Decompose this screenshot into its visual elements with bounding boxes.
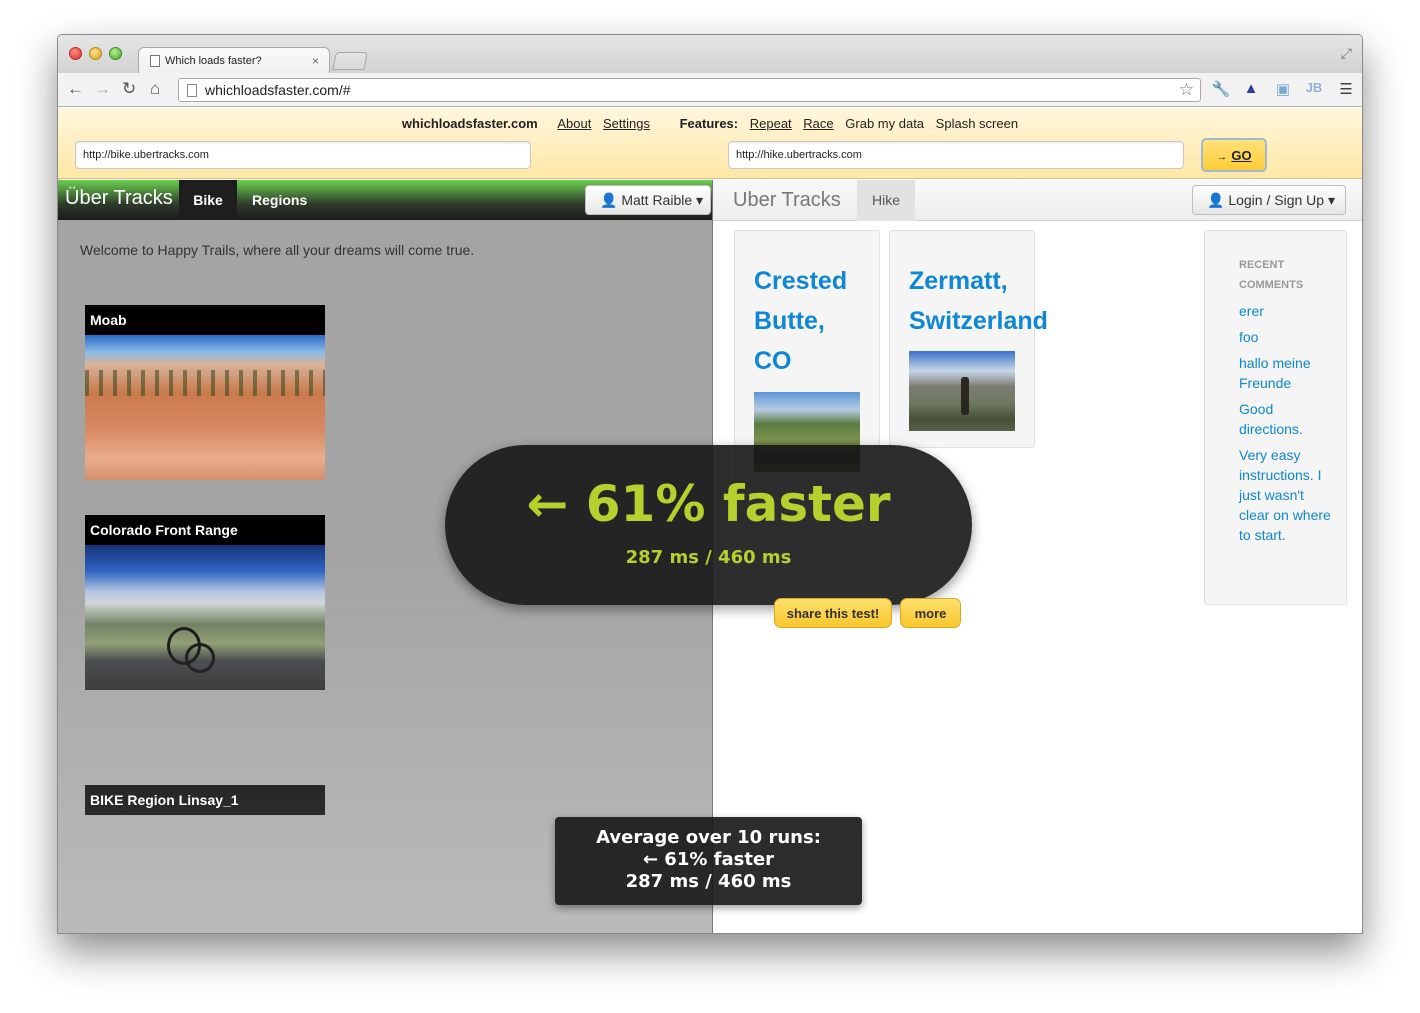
extension-icon[interactable]: ▲ [1241, 80, 1261, 100]
title-bar: Which loads faster? × ⤢ [58, 35, 1362, 74]
average-line: Average over 10 runs: [596, 827, 821, 848]
right-url-input[interactable]: http://hike.ubertracks.com [728, 141, 1184, 169]
result-overlay: ← 61% faster 287 ms / 460 ms [445, 445, 972, 605]
result-timing: 287 ms / 460 ms [625, 547, 792, 568]
right-brand[interactable]: Uber Tracks [733, 189, 841, 212]
user-icon: 👤 [600, 192, 618, 208]
close-window-icon[interactable] [69, 47, 82, 60]
menu-icon[interactable]: ☰ [1336, 80, 1356, 100]
about-link[interactable]: About [557, 116, 591, 131]
zoom-window-icon[interactable] [109, 47, 122, 60]
left-brand[interactable]: Über Tracks [65, 187, 173, 210]
trip-title-line[interactable]: Crested [754, 261, 879, 301]
document-icon [187, 84, 197, 97]
comment-link[interactable]: erer [1239, 301, 1331, 321]
card-title: Colorado Front Range [90, 522, 238, 538]
nav-regions[interactable]: Regions [252, 192, 307, 208]
bike-wheel [185, 643, 215, 673]
repeat-link[interactable]: Repeat [750, 116, 792, 131]
region-bar[interactable]: BIKE Region Linsay_1 [85, 785, 325, 815]
minimize-window-icon[interactable] [89, 47, 102, 60]
region-card[interactable]: Moab [85, 305, 325, 480]
wlf-brand[interactable]: whichloadsfaster.com [402, 116, 538, 131]
go-button[interactable]: → GO [1201, 138, 1267, 172]
wrench-icon[interactable]: 🔧 [1211, 80, 1231, 100]
user-icon: 👤 [1207, 192, 1225, 208]
average-line: ← 61% faster [642, 849, 775, 870]
login-label: Login / Sign Up [1228, 192, 1325, 208]
result-headline: ← 61% faster [526, 475, 891, 533]
nav-bike[interactable]: Bike [179, 180, 237, 220]
comment-link[interactable]: Good directions. [1239, 399, 1331, 439]
address-text: whichloadsfaster.com/# [205, 82, 351, 98]
jb-extension-icon[interactable]: JB [1304, 80, 1324, 100]
page-icon [150, 55, 160, 67]
screenshot-extension-icon[interactable]: ▣ [1273, 80, 1293, 100]
average-result-box: Average over 10 runs: ← 61% faster 287 m… [555, 817, 862, 905]
zermatt-photo [909, 351, 1015, 431]
splash-screen-link[interactable]: Splash screen [936, 116, 1018, 131]
features-label: Features: [679, 116, 739, 131]
colorado-photo [85, 545, 325, 690]
tab-title: Which loads faster? [165, 55, 262, 67]
trip-title-line[interactable]: Butte, [754, 301, 879, 341]
trip-card[interactable]: Zermatt, Switzerland [889, 230, 1048, 448]
grab-data-link[interactable]: Grab my data [845, 116, 924, 131]
trip-title-line[interactable]: Switzerland [909, 301, 1048, 341]
home-icon[interactable]: ⌂ [150, 79, 160, 99]
comment-link[interactable]: hallo meine Freunde [1239, 353, 1331, 393]
bookmark-star-icon[interactable]: ☆ [1179, 80, 1194, 100]
region-card[interactable]: Colorado Front Range [85, 515, 325, 690]
card-title: Moab [90, 312, 127, 328]
comment-link[interactable]: foo [1239, 327, 1331, 347]
trip-title-line[interactable]: Zermatt, [909, 261, 1034, 301]
right-navbar: Uber Tracks Hike 👤 Login / Sign Up ▾ [713, 180, 1362, 221]
go-label: GO [1231, 148, 1252, 163]
moab-photo [85, 335, 325, 480]
back-icon[interactable]: ← [67, 79, 84, 99]
more-button[interactable]: more [900, 598, 961, 628]
whichloadsfaster-header: whichloadsfaster.com About Settings Feat… [58, 108, 1362, 179]
reload-icon[interactable]: ↻ [122, 79, 136, 99]
share-test-button[interactable]: share this test! [774, 598, 892, 628]
nav-hike[interactable]: Hike [857, 180, 915, 221]
average-line: 287 ms / 460 ms [625, 871, 792, 892]
left-navbar: Über Tracks Bike Regions 👤 Matt Raible ▾ [58, 180, 712, 220]
user-menu-button[interactable]: 👤 Matt Raible ▾ [585, 185, 711, 215]
browser-toolbar: ← → ↻ ⌂ whichloadsfaster.com/# ☆ 🔧 ▲ ▣ J… [58, 73, 1362, 107]
go-arrow-icon: → [1216, 151, 1228, 163]
login-button[interactable]: 👤 Login / Sign Up ▾ [1192, 185, 1346, 215]
browser-window: Which loads faster? × ⤢ ← → ↻ ⌂ whichloa… [57, 34, 1363, 934]
comments-heading: COMMENTS [1239, 279, 1304, 291]
race-link[interactable]: Race [803, 116, 833, 131]
recent-comments: RECENT COMMENTS erer foo hallo meine Fre… [1204, 230, 1347, 605]
wlf-menu: whichloadsfaster.com About Settings Feat… [58, 116, 1362, 131]
caret-down-icon: ▾ [696, 192, 704, 208]
settings-link[interactable]: Settings [603, 116, 650, 131]
user-name: Matt Raible [621, 192, 693, 208]
bike-wheel [167, 627, 201, 665]
comments-heading: RECENT [1239, 259, 1285, 271]
fullscreen-icon[interactable]: ⤢ [1341, 45, 1352, 62]
forward-icon[interactable]: → [94, 79, 111, 99]
browser-tab[interactable]: Which loads faster? × [138, 47, 330, 74]
caret-down-icon: ▾ [1327, 192, 1335, 208]
left-url-input[interactable]: http://bike.ubertracks.com [75, 141, 531, 169]
welcome-text: Welcome to Happy Trails, where all your … [80, 242, 475, 258]
trip-title-line[interactable]: CO [754, 341, 879, 381]
new-tab-button[interactable] [332, 52, 368, 70]
address-bar[interactable]: whichloadsfaster.com/# ☆ [178, 78, 1201, 102]
tab-close-icon[interactable]: × [312, 54, 319, 68]
comment-link[interactable]: Very easy instructions. I just wasn't cl… [1239, 445, 1331, 545]
